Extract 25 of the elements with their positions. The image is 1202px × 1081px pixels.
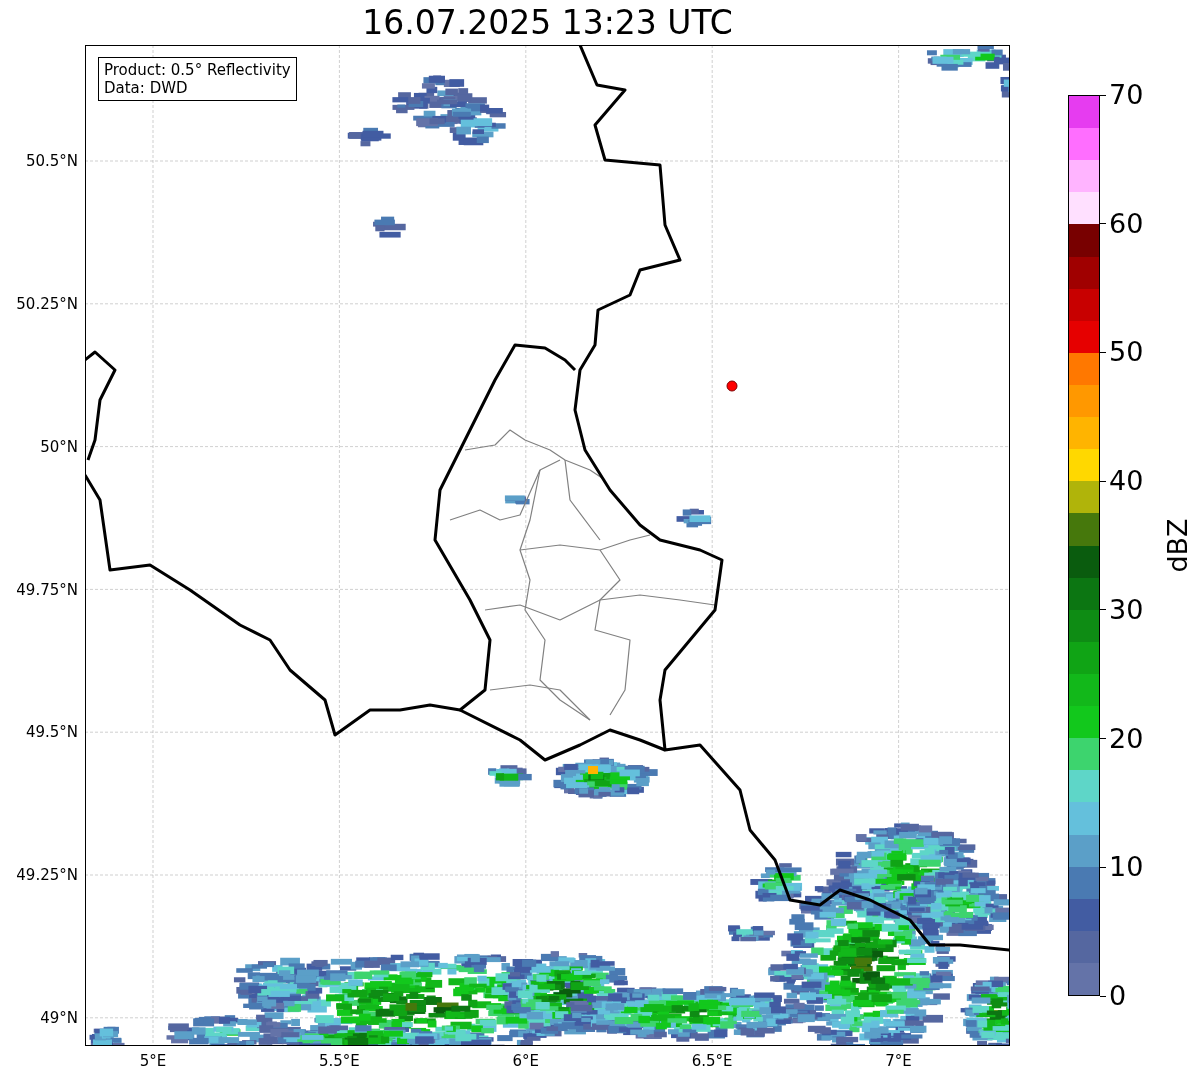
- scale-label: 60: [1109, 208, 1144, 239]
- latitude-label: 50.25°N: [16, 294, 78, 313]
- scale-label: 10: [1109, 852, 1144, 883]
- latitude-label: 49°N: [40, 1009, 78, 1028]
- scale-label: 50: [1109, 337, 1144, 368]
- longitude-label: 6.5°E: [691, 1052, 733, 1070]
- legend-line: Data: DWD: [104, 79, 189, 97]
- longitude-label: 6°E: [512, 1052, 539, 1070]
- scale-label: 40: [1109, 466, 1144, 497]
- longitude-label: 5°E: [139, 1052, 167, 1070]
- latitude-label: 49.25°N: [16, 866, 78, 885]
- scale-label: 30: [1109, 594, 1144, 625]
- longitude-label: 7°E: [885, 1052, 912, 1070]
- latitude-label: 49.75°N: [16, 580, 78, 599]
- longitude-label: 5.5°E: [318, 1052, 360, 1070]
- latitude-label: 50°N: [40, 437, 78, 456]
- latitude-label: 49.5°N: [25, 723, 78, 742]
- scale-label: 70: [1109, 80, 1144, 110]
- chart-title: 16.07.2025 13:23 UTC: [362, 2, 733, 44]
- legend-line: Product: 0.5° Reflectivity: [104, 61, 291, 79]
- scale-unit: dBZ: [1161, 518, 1193, 573]
- scale-label: 20: [1109, 723, 1144, 754]
- scale-label: 0: [1109, 981, 1127, 1011]
- latitude-label: 50.5°N: [25, 152, 78, 171]
- location-marker: [726, 380, 738, 392]
